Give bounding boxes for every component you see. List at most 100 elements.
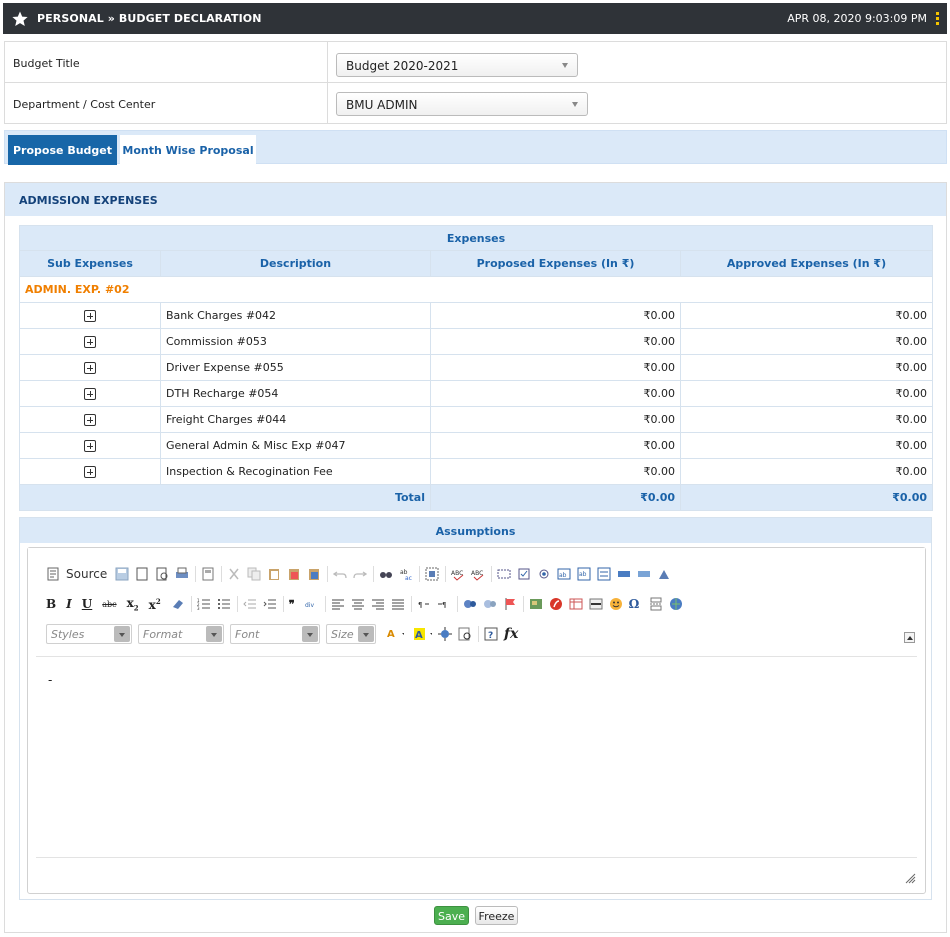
page-break-icon[interactable] bbox=[649, 597, 663, 611]
textfield-icon[interactable]: ab bbox=[557, 567, 571, 581]
tab-month-wise-proposal[interactable]: Month Wise Proposal bbox=[120, 135, 256, 165]
preview-icon[interactable] bbox=[155, 567, 169, 581]
anchor-icon[interactable] bbox=[503, 597, 517, 611]
rtl-icon[interactable]: ¶ bbox=[437, 597, 451, 611]
editor-content-area[interactable]: - bbox=[36, 656, 917, 858]
find-icon[interactable] bbox=[379, 567, 393, 581]
align-center-icon[interactable] bbox=[351, 597, 365, 611]
font-combo[interactable]: Font bbox=[230, 624, 320, 644]
unlink-icon[interactable] bbox=[483, 597, 497, 611]
special-char-icon[interactable]: Ω bbox=[629, 597, 640, 611]
ltr-icon[interactable]: ¶ bbox=[417, 597, 431, 611]
text-color-icon[interactable]: A bbox=[382, 627, 404, 641]
copy-icon[interactable] bbox=[247, 567, 261, 581]
replace-icon[interactable]: abac bbox=[399, 567, 413, 581]
resize-handle-icon[interactable] bbox=[905, 873, 916, 884]
table-row: Freight Charges #044 ₹0.00 ₹0.00 bbox=[19, 406, 934, 433]
expand-cell bbox=[19, 354, 161, 381]
expand-cell bbox=[19, 302, 161, 329]
iframe-icon[interactable] bbox=[669, 597, 683, 611]
bulleted-list-icon[interactable] bbox=[217, 597, 231, 611]
justify-icon[interactable] bbox=[391, 597, 405, 611]
save-button[interactable]: Save bbox=[434, 906, 469, 925]
redo-icon[interactable] bbox=[353, 567, 368, 581]
styles-combo[interactable]: Styles bbox=[46, 624, 132, 644]
print-icon[interactable] bbox=[175, 567, 189, 581]
expand-plus-icon[interactable] bbox=[84, 362, 96, 374]
maximize-icon[interactable] bbox=[438, 627, 452, 641]
spellcheck-icon[interactable]: ABC bbox=[451, 567, 465, 581]
panel-header: ADMISSION EXPENSES bbox=[5, 183, 946, 216]
row-approved: ₹0.00 bbox=[679, 380, 934, 407]
spellcheck-dropdown-icon[interactable]: ABC bbox=[471, 567, 485, 581]
underline-icon[interactable]: U bbox=[82, 597, 92, 611]
expand-cell bbox=[19, 458, 161, 485]
indent-icon[interactable] bbox=[263, 597, 277, 611]
align-right-icon[interactable] bbox=[371, 597, 385, 611]
kebab-menu-icon[interactable] bbox=[936, 12, 939, 25]
link-icon[interactable] bbox=[463, 597, 477, 611]
star-icon bbox=[12, 11, 28, 26]
row-proposed: ₹0.00 bbox=[430, 380, 681, 407]
image-icon[interactable] bbox=[529, 597, 543, 611]
source-icon[interactable] bbox=[46, 567, 60, 581]
checkbox-icon[interactable] bbox=[517, 567, 531, 581]
save-icon[interactable] bbox=[115, 567, 129, 581]
format-combo[interactable]: Format bbox=[138, 624, 224, 644]
source-button[interactable]: Source bbox=[66, 567, 107, 581]
toolbar-separator bbox=[478, 626, 479, 642]
expand-plus-icon[interactable] bbox=[84, 336, 96, 348]
expand-plus-icon[interactable] bbox=[84, 466, 96, 478]
expand-plus-icon[interactable] bbox=[84, 440, 96, 452]
outdent-icon[interactable] bbox=[242, 597, 257, 611]
italic-icon[interactable]: I bbox=[66, 597, 72, 611]
superscript-icon[interactable]: x2 bbox=[149, 597, 161, 612]
remove-format-icon[interactable] bbox=[171, 597, 185, 611]
horizontal-line-icon[interactable] bbox=[589, 597, 603, 611]
editor-toolbar: Source ab ac ABC ABC ab ab B I U abc x2 … bbox=[28, 548, 925, 657]
numbered-list-icon[interactable]: 123 bbox=[197, 597, 211, 611]
formula-icon[interactable]: fx bbox=[504, 626, 518, 642]
row-description: Bank Charges #042 bbox=[160, 302, 431, 329]
image-button-icon[interactable] bbox=[637, 567, 651, 581]
bold-icon[interactable]: B bbox=[46, 597, 56, 611]
tab-propose-budget[interactable]: Propose Budget bbox=[8, 135, 117, 165]
paste-text-icon[interactable] bbox=[287, 567, 301, 581]
button-field-icon[interactable] bbox=[617, 567, 631, 581]
new-page-icon[interactable] bbox=[135, 567, 149, 581]
department-select[interactable]: BMU ADMIN bbox=[336, 92, 588, 116]
expand-plus-icon[interactable] bbox=[84, 388, 96, 400]
strikethrough-icon[interactable]: abc bbox=[102, 600, 116, 609]
expand-plus-icon[interactable] bbox=[84, 310, 96, 322]
show-blocks-icon[interactable] bbox=[458, 627, 472, 641]
radio-icon[interactable] bbox=[537, 567, 551, 581]
freeze-button[interactable]: Freeze bbox=[475, 906, 518, 925]
select-all-icon[interactable] bbox=[425, 567, 439, 581]
size-combo[interactable]: Size bbox=[326, 624, 376, 644]
expand-plus-icon[interactable] bbox=[84, 414, 96, 426]
form-icon[interactable] bbox=[497, 567, 511, 581]
select-field-icon[interactable] bbox=[597, 567, 611, 581]
templates-icon[interactable] bbox=[201, 567, 215, 581]
background-color-icon[interactable]: A bbox=[410, 627, 432, 641]
blockquote-icon[interactable]: ❞ bbox=[289, 598, 295, 611]
textarea-icon[interactable]: ab bbox=[577, 567, 591, 581]
create-div-icon[interactable]: div bbox=[305, 597, 319, 611]
paste-word-icon[interactable] bbox=[307, 567, 321, 581]
chevron-down-icon bbox=[562, 63, 568, 68]
collapse-toolbar-icon[interactable] bbox=[904, 632, 915, 643]
font-placeholder: Font bbox=[235, 628, 260, 641]
group-label: ADMIN. EXP. #02 bbox=[18, 276, 934, 303]
align-left-icon[interactable] bbox=[331, 597, 345, 611]
cut-icon[interactable] bbox=[227, 567, 241, 581]
subscript-icon[interactable]: x2 bbox=[127, 596, 139, 612]
table-row: Commission #053 ₹0.00 ₹0.00 bbox=[19, 328, 934, 355]
smiley-icon[interactable] bbox=[609, 597, 623, 611]
undo-icon[interactable] bbox=[333, 567, 347, 581]
about-icon[interactable]: ? bbox=[484, 627, 498, 641]
paste-icon[interactable] bbox=[267, 567, 281, 581]
hidden-field-icon[interactable] bbox=[657, 567, 671, 581]
flash-icon[interactable] bbox=[549, 597, 563, 611]
table-icon[interactable] bbox=[569, 597, 583, 611]
budget-title-select[interactable]: Budget 2020-2021 bbox=[336, 53, 578, 77]
